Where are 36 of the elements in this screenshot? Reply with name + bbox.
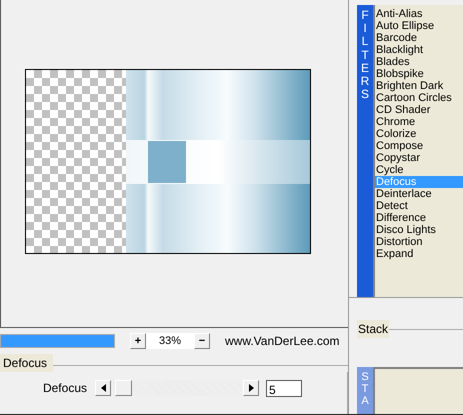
right-triangle-icon bbox=[248, 384, 254, 392]
filter-item[interactable]: Blacklight bbox=[375, 44, 463, 56]
filters-side-label: FILTERS bbox=[360, 9, 370, 102]
filter-item[interactable]: Anti-Alias bbox=[375, 8, 463, 20]
filter-item[interactable]: Cartoon Circles bbox=[375, 92, 463, 104]
filter-item[interactable]: Disco Lights bbox=[375, 224, 463, 236]
value-field[interactable]: 5 bbox=[266, 380, 302, 396]
param-label: Defocus bbox=[42, 380, 88, 397]
scroll-left-button[interactable] bbox=[95, 380, 111, 396]
zoom-out-button[interactable]: − bbox=[194, 333, 210, 349]
slider-thumb[interactable] bbox=[115, 380, 132, 396]
zoom-in-button[interactable]: + bbox=[130, 333, 146, 349]
filter-item[interactable]: Detect bbox=[375, 200, 463, 212]
filter-item[interactable]: Colorize bbox=[375, 128, 463, 140]
filter-item[interactable]: Barcode bbox=[375, 32, 463, 44]
filter-item[interactable]: Distortion bbox=[375, 236, 463, 248]
stack-title: Stack bbox=[357, 320, 390, 338]
filter-item[interactable]: Difference bbox=[375, 212, 463, 224]
filter-item[interactable]: Compose bbox=[375, 140, 463, 152]
website-link[interactable]: www.VanDerLee.com bbox=[225, 332, 340, 350]
zoom-level: 33% bbox=[146, 332, 194, 350]
scroll-right-button[interactable] bbox=[243, 380, 259, 396]
filter-item[interactable]: Brighten Dark bbox=[375, 80, 463, 92]
stack-side-label: STA bbox=[360, 371, 370, 408]
filter-item[interactable]: Blades bbox=[375, 56, 463, 68]
left-triangle-icon bbox=[100, 384, 106, 392]
filter-item[interactable]: Auto Ellipse bbox=[375, 20, 463, 32]
group-title: Defocus bbox=[0, 354, 54, 372]
filter-item[interactable]: Blobspike bbox=[375, 68, 463, 80]
slider-track[interactable] bbox=[113, 380, 241, 396]
filter-item[interactable]: Cycle bbox=[375, 164, 463, 176]
filter-item[interactable]: Deinterlace bbox=[375, 188, 463, 200]
filter-item[interactable]: Expand bbox=[375, 248, 463, 260]
filter-item[interactable]: CD Shader bbox=[375, 104, 463, 116]
filter-item[interactable]: Chrome bbox=[375, 116, 463, 128]
filter-item[interactable]: Copystar bbox=[375, 152, 463, 164]
